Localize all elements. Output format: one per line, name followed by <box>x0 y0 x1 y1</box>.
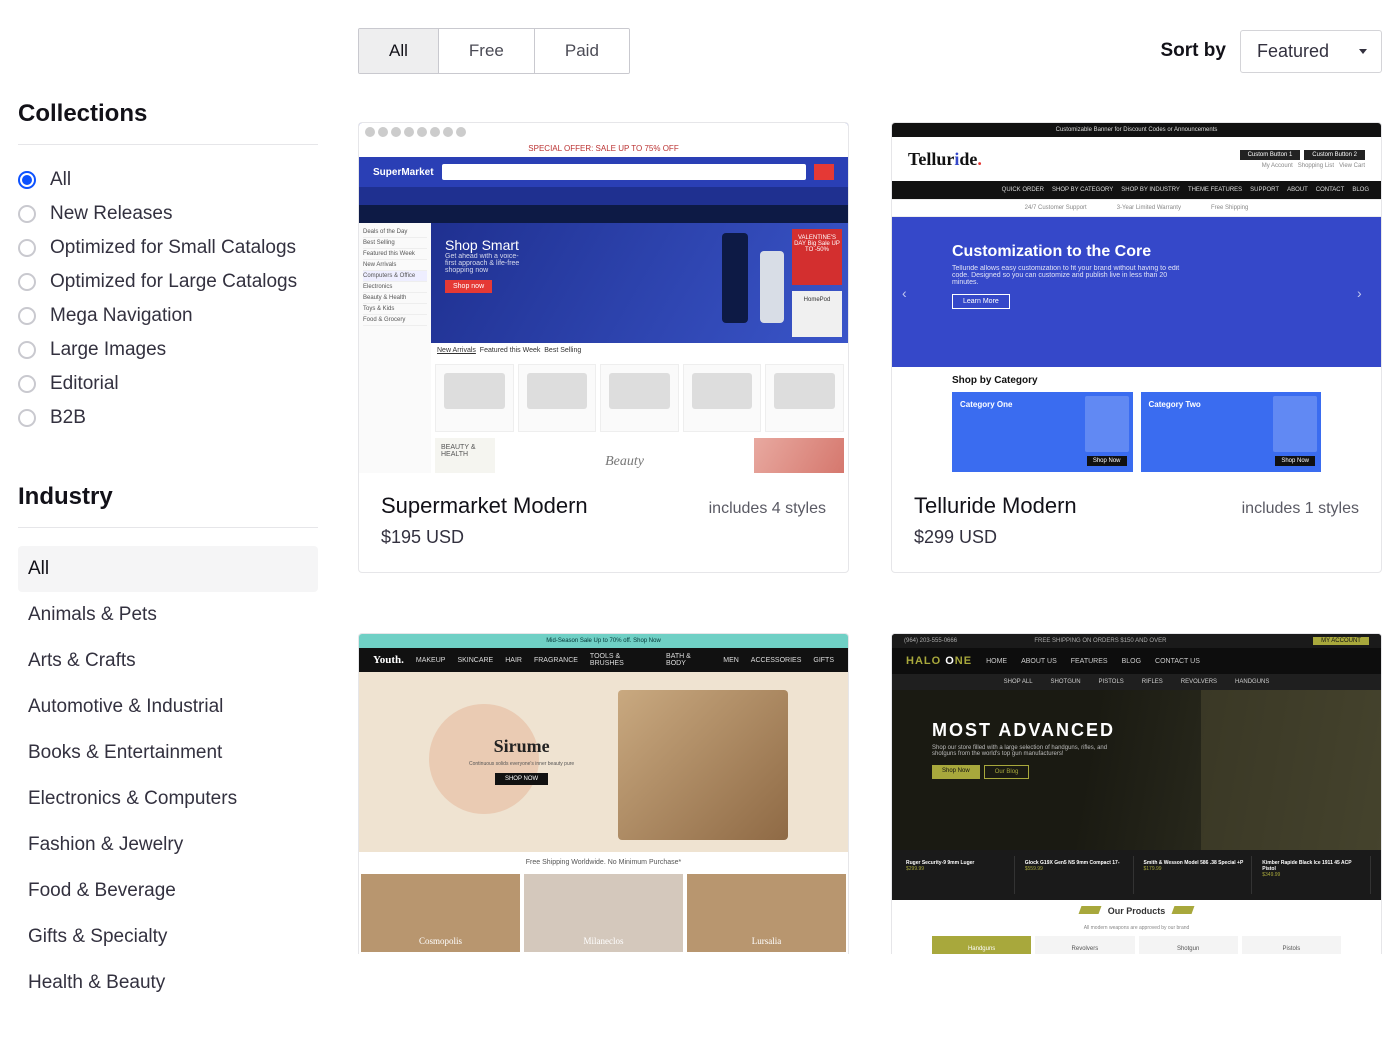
collection-label: Mega Navigation <box>50 305 193 327</box>
theme-thumbnail: Mid-Season Sale Up to 70% off. Shop Now … <box>359 634 848 954</box>
tab-all[interactable]: All <box>359 29 439 73</box>
theme-styles-count: includes 4 styles <box>709 500 826 518</box>
theme-card-meta: Supermarket Modern includes 4 styles $19… <box>359 473 848 572</box>
sort-selected-value: Featured <box>1257 41 1329 62</box>
radio-icon <box>18 205 36 223</box>
chevron-down-icon <box>1359 49 1367 54</box>
preview-topbar: Mid-Season Sale Up to 70% off. Shop Now <box>359 634 848 648</box>
preview-hero-sub: Get ahead with a voice-first approach & … <box>445 253 525 274</box>
collection-label: Optimized for Small Catalogs <box>50 237 296 259</box>
sort-control: Sort by Featured <box>1161 30 1383 73</box>
collections-list: All New Releases Optimized for Small Cat… <box>18 163 318 435</box>
preview-hero-title: Sirume <box>469 736 574 757</box>
industry-item-books-entertainment[interactable]: Books & Entertainment <box>18 730 318 776</box>
sort-label: Sort by <box>1161 40 1226 62</box>
collection-option-all[interactable]: All <box>18 163 318 197</box>
preview-shipping: Free Shipping Worldwide. No Minimum Purc… <box>359 852 848 874</box>
preview-hero-sub: Telluride allows easy customization to f… <box>952 265 1182 286</box>
collection-label: Large Images <box>50 339 166 361</box>
radio-icon <box>18 375 36 393</box>
preview-topbar: Customizable Banner for Discount Codes o… <box>892 123 1381 137</box>
collection-label: B2B <box>50 407 86 429</box>
divider <box>18 527 318 528</box>
industry-item-food-beverage[interactable]: Food & Beverage <box>18 868 318 914</box>
sort-dropdown[interactable]: Featured <box>1240 30 1382 73</box>
collection-option-large-catalogs[interactable]: Optimized for Large Catalogs <box>18 265 318 299</box>
collection-option-new-releases[interactable]: New Releases <box>18 197 318 231</box>
collection-option-mega-navigation[interactable]: Mega Navigation <box>18 299 318 333</box>
preview-homepod: HomePod <box>792 291 842 337</box>
preview-our-products: Our Products <box>892 900 1381 922</box>
collection-label: New Releases <box>50 203 173 225</box>
theme-thumbnail: (964) 203-555-0666FREE SHIPPING ON ORDER… <box>892 634 1381 954</box>
industry-item-health-beauty[interactable]: Health & Beauty <box>18 960 318 1006</box>
preview-hero-title: Customization to the Core <box>952 243 1321 261</box>
theme-card-telluride-modern[interactable]: Customizable Banner for Discount Codes o… <box>891 122 1382 573</box>
collection-option-b2b[interactable]: B2B <box>18 401 318 435</box>
industry-item-electronics-computers[interactable]: Electronics & Computers <box>18 776 318 822</box>
industry-list: All Animals & Pets Arts & Crafts Automot… <box>18 546 318 1006</box>
preview-shop-by: Shop by Category <box>892 367 1381 386</box>
preview-hero-sub: Shop our store filled with a large selec… <box>932 745 1132 757</box>
tab-free[interactable]: Free <box>439 29 535 73</box>
collection-option-small-catalogs[interactable]: Optimized for Small Catalogs <box>18 231 318 265</box>
theme-price: $195 USD <box>381 527 826 548</box>
theme-grid: SPECIAL OFFER: SALE UP TO 75% OFF SuperM… <box>358 122 1382 954</box>
price-filter-tabs: All Free Paid <box>358 28 630 74</box>
preview-learn-more: Learn More <box>952 294 1010 309</box>
theme-price: $299 USD <box>914 527 1359 548</box>
industry-item-automotive-industrial[interactable]: Automotive & Industrial <box>18 684 318 730</box>
preview-logo: HALO ONE <box>906 655 972 667</box>
theme-styles-count: includes 1 styles <box>1242 500 1359 518</box>
preview-shop-now: SHOP NOW <box>495 773 548 785</box>
preview-logo: Telluride. <box>908 149 982 170</box>
main-content: All Free Paid Sort by Featured SPECIAL O… <box>358 0 1382 1006</box>
radio-icon <box>18 273 36 291</box>
theme-card-halo-one[interactable]: (964) 203-555-0666FREE SHIPPING ON ORDER… <box>891 633 1382 954</box>
industry-title: Industry <box>18 483 318 511</box>
preview-brand: SuperMarket <box>373 167 434 178</box>
theme-card-meta: Telluride Modern includes 1 styles $299 … <box>892 473 1381 572</box>
industry-item-all[interactable]: All <box>18 546 318 592</box>
top-bar: All Free Paid Sort by Featured <box>358 28 1382 74</box>
radio-icon <box>18 307 36 325</box>
preview-shop-now: Shop now <box>445 280 492 293</box>
preview-promo: SPECIAL OFFER: SALE UP TO 75% OFF <box>359 141 848 157</box>
tab-paid[interactable]: Paid <box>535 29 629 73</box>
industry-item-gifts-specialty[interactable]: Gifts & Specialty <box>18 914 318 960</box>
radio-icon <box>18 239 36 257</box>
industry-item-animals-pets[interactable]: Animals & Pets <box>18 592 318 638</box>
radio-icon <box>18 341 36 359</box>
collections-title: Collections <box>18 100 318 128</box>
radio-icon <box>18 171 36 189</box>
theme-name: Telluride Modern <box>914 493 1077 519</box>
collection-label: Editorial <box>50 373 119 395</box>
theme-card-youth[interactable]: Mid-Season Sale Up to 70% off. Shop Now … <box>358 633 849 954</box>
industry-item-fashion-jewelry[interactable]: Fashion & Jewelry <box>18 822 318 868</box>
industry-item-arts-crafts[interactable]: Arts & Crafts <box>18 638 318 684</box>
preview-sale-badge: VALENTINE'S DAY Big Sale UP TO -50% <box>792 229 842 285</box>
divider <box>18 144 318 145</box>
theme-thumbnail: SPECIAL OFFER: SALE UP TO 75% OFF SuperM… <box>359 123 848 473</box>
theme-name: Supermarket Modern <box>381 493 588 519</box>
collection-label: All <box>50 169 71 191</box>
collection-option-editorial[interactable]: Editorial <box>18 367 318 401</box>
collection-option-large-images[interactable]: Large Images <box>18 333 318 367</box>
theme-thumbnail: Customizable Banner for Discount Codes o… <box>892 123 1381 473</box>
theme-card-supermarket-modern[interactable]: SPECIAL OFFER: SALE UP TO 75% OFF SuperM… <box>358 122 849 573</box>
preview-logo: Youth. <box>373 654 404 666</box>
collection-label: Optimized for Large Catalogs <box>50 271 297 293</box>
radio-icon <box>18 409 36 427</box>
sidebar: Collections All New Releases Optimized f… <box>18 0 318 1006</box>
